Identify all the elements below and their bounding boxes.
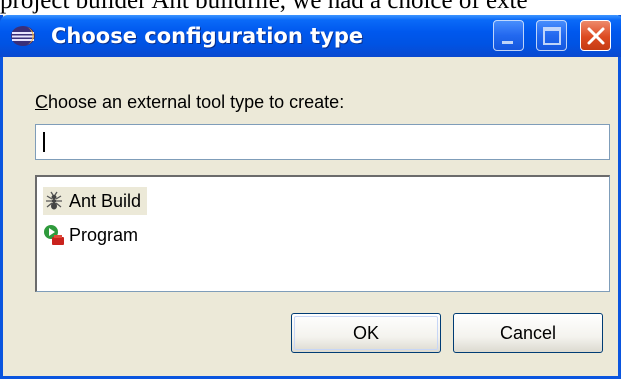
dialog-window: Choose configuration type Choose an exte…	[0, 15, 621, 379]
cancel-button[interactable]: Cancel	[453, 313, 603, 353]
ant-icon	[43, 190, 65, 212]
cancel-button-label: Cancel	[499, 323, 557, 343]
maximize-icon	[543, 27, 561, 45]
prompt-text: hoose an external tool type to create:	[48, 92, 345, 112]
ok-button[interactable]: OK	[291, 313, 441, 353]
list-item-ant-build[interactable]: Ant Build	[43, 187, 148, 215]
close-button[interactable]	[580, 20, 611, 51]
list-item-program[interactable]: Program	[43, 221, 138, 249]
minimize-button[interactable]	[493, 20, 524, 51]
ok-focus-ring	[294, 316, 438, 350]
eclipse-icon	[10, 25, 36, 47]
prompt-label: Choose an external tool type to create:	[35, 91, 344, 113]
maximize-button[interactable]	[536, 20, 567, 51]
close-icon	[587, 27, 605, 45]
dialog-title: Choose configuration type	[51, 24, 364, 48]
tool-type-list[interactable]: Ant Build Program	[35, 175, 610, 292]
list-item-label: Program	[69, 224, 139, 245]
tool-type-filter-input[interactable]	[35, 124, 610, 160]
title-bar[interactable]: Choose configuration type	[0, 15, 621, 57]
text-caret	[43, 132, 45, 152]
program-icon	[43, 224, 65, 246]
list-item-label: Ant Build	[69, 190, 142, 211]
minimize-icon	[502, 41, 513, 44]
prompt-mnemonic: C	[35, 92, 48, 112]
